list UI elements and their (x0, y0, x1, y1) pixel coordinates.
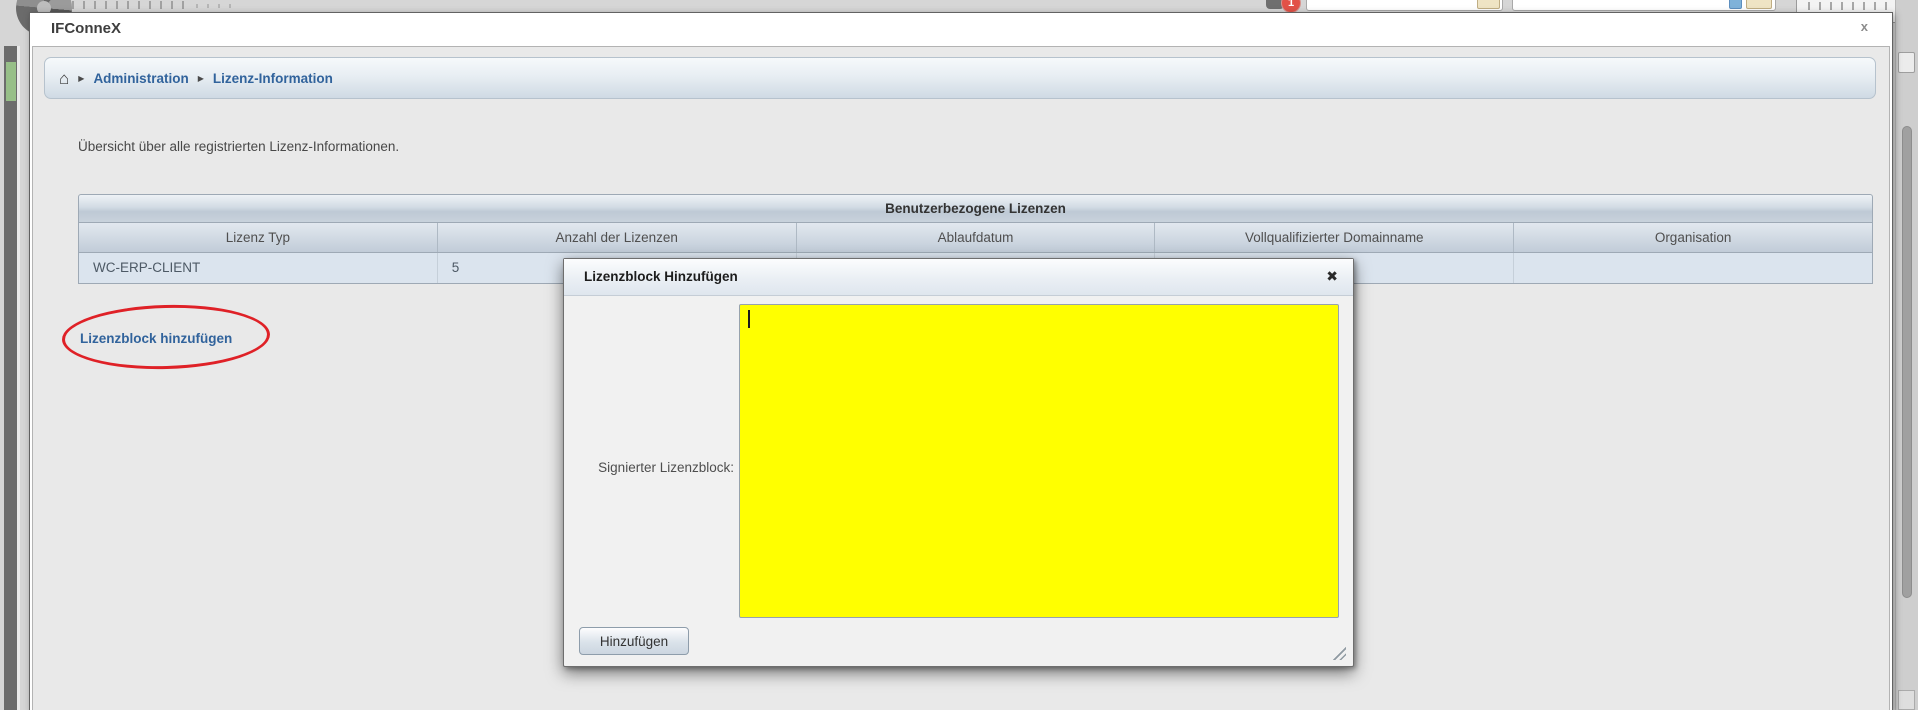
home-icon[interactable]: ⌂ (59, 70, 69, 87)
table-title: Benutzerbezogene Lizenzen (78, 194, 1873, 223)
table-header-row: Lizenz Typ Anzahl der Lizenzen Ablaufdat… (78, 223, 1873, 253)
signed-license-block-textarea[interactable] (739, 304, 1339, 618)
cell-organisation (1513, 253, 1872, 283)
background-scrollbar-thumb[interactable] (1902, 126, 1912, 598)
background-search-button[interactable] (1477, 0, 1500, 9)
chevron-right-icon: ▶ (78, 74, 84, 83)
column-header-lizenz-typ: Lizenz Typ (79, 223, 437, 252)
window-close-icon[interactable]: x (1861, 19, 1868, 34)
chevron-right-icon: ▶ (198, 74, 204, 83)
column-header-anzahl: Anzahl der Lizenzen (437, 223, 796, 252)
background-green-block (6, 62, 16, 101)
background-scroll-bottom-button[interactable] (1898, 690, 1915, 710)
background-sidebar-bar (4, 46, 17, 710)
window-title: IFConneX (51, 20, 121, 37)
background-filter-button[interactable] (1746, 0, 1772, 9)
page-description: Übersicht über alle registrierten Lizenz… (78, 139, 399, 154)
annotation-ellipse (61, 302, 271, 371)
background-text-artifact (196, 4, 236, 8)
dialog-header[interactable]: Lizenzblock Hinzufügen ✖ (564, 259, 1353, 296)
background-filter-icon (1729, 0, 1742, 9)
background-scroll-top-button[interactable] (1898, 52, 1915, 73)
breadcrumb-item-administration[interactable]: Administration (93, 71, 188, 86)
text-cursor (748, 310, 750, 328)
background-text-artifact (72, 1, 190, 9)
column-header-domainname: Vollqualifizierter Domainname (1154, 223, 1513, 252)
signed-license-block-field-wrap (739, 304, 1339, 618)
column-header-ablaufdatum: Ablaufdatum (796, 223, 1155, 252)
resize-grip-icon[interactable] (1331, 645, 1346, 660)
breadcrumb: ⌂ ▶ Administration ▶ Lizenz-Information (44, 57, 1876, 99)
background-sidebar-edge (17, 46, 20, 710)
breadcrumb-item-lizenz-information[interactable]: Lizenz-Information (213, 71, 333, 86)
background-search-input[interactable] (1306, 0, 1503, 11)
column-header-organisation: Organisation (1513, 223, 1872, 252)
dialog-title: Lizenzblock Hinzufügen (584, 269, 738, 284)
add-license-block-dialog: Lizenzblock Hinzufügen ✖ Signierter Lize… (563, 258, 1354, 667)
signed-license-block-label: Signierter Lizenzblock: (582, 460, 734, 475)
background-button-text-artifact (1808, 2, 1900, 10)
close-icon[interactable]: ✖ (1326, 268, 1338, 285)
add-button[interactable]: Hinzufügen (579, 627, 689, 655)
cell-lizenz-typ: WC-ERP-CLIENT (79, 253, 437, 283)
